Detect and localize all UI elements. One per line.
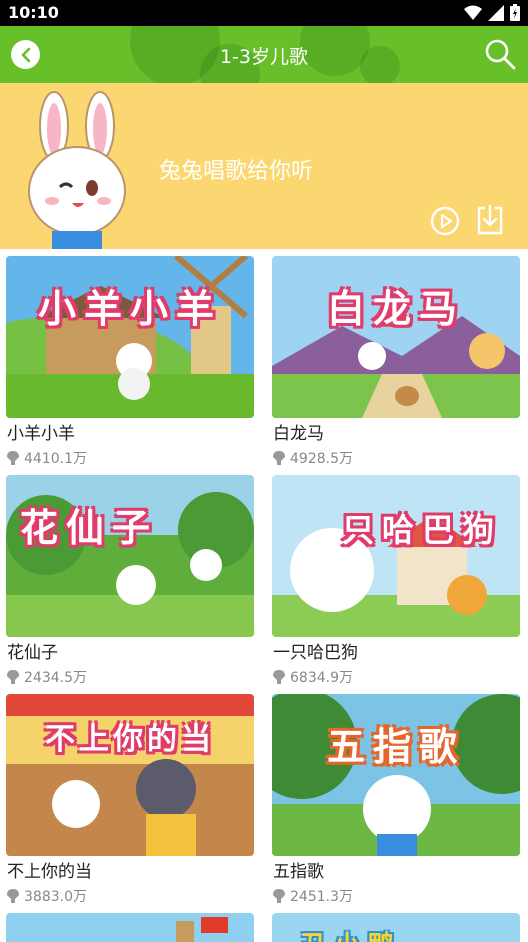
play-count-value: 4928.5万 xyxy=(290,451,353,467)
search-icon[interactable] xyxy=(484,38,516,70)
play-count: 6834.9万 xyxy=(273,667,353,687)
thumbnail-title: 只哈巴狗 xyxy=(342,511,503,549)
page-title: 1-3岁儿歌 xyxy=(219,46,309,68)
song-thumbnail[interactable]: 不上你的当 xyxy=(6,694,254,856)
thumbnail-title: 小羊小羊 xyxy=(37,287,222,331)
song-thumbnail[interactable]: 白龙马 xyxy=(272,256,520,418)
song-title[interactable]: 花仙子 xyxy=(7,638,58,663)
play-count-value: 6834.9万 xyxy=(290,670,353,686)
play-count: 2451.3万 xyxy=(273,886,353,906)
thumbnail-image xyxy=(6,913,254,942)
song-title[interactable]: 五指歌 xyxy=(273,857,324,882)
wifi-icon xyxy=(464,5,482,20)
play-count-value: 2434.5万 xyxy=(24,670,87,686)
play-count: 2434.5万 xyxy=(7,667,87,687)
song-thumbnail[interactable]: 花仙子 xyxy=(6,475,254,637)
play-count-icon xyxy=(273,451,285,465)
play-count: 4928.5万 xyxy=(273,448,353,468)
signal-icon xyxy=(488,4,504,21)
rabbit-mascot-image xyxy=(28,91,126,249)
song-thumbnail[interactable]: 丑小鸭 xyxy=(272,913,520,942)
song-thumbnail[interactable] xyxy=(6,913,254,942)
play-count: 3883.0万 xyxy=(7,886,87,906)
status-time: 10:10 xyxy=(8,3,59,22)
hero-text: 兔兔唱歌给你听 xyxy=(159,159,314,184)
song-card[interactable]: 不上你的当 不上你的当 3883.0万 xyxy=(6,694,254,905)
hero-banner: 兔兔唱歌给你听 xyxy=(0,83,528,249)
thumbnail-image xyxy=(272,475,520,637)
play-count-icon xyxy=(7,670,19,684)
play-count: 4410.1万 xyxy=(7,448,87,468)
song-thumbnail[interactable]: 五指歌 xyxy=(272,694,520,856)
song-thumbnail[interactable]: 只哈巴狗 xyxy=(272,475,520,637)
thumbnail-title: 花仙子 xyxy=(20,506,159,550)
play-count-value: 4410.1万 xyxy=(24,451,87,467)
song-card[interactable] xyxy=(6,913,254,942)
thumbnail-title: 丑小鸭 xyxy=(300,925,520,942)
app-bar: 1-3岁儿歌 xyxy=(0,26,528,83)
play-count-icon xyxy=(7,451,19,465)
play-count-value: 2451.3万 xyxy=(290,889,353,905)
play-count-icon xyxy=(273,670,285,684)
song-title[interactable]: 小羊小羊 xyxy=(7,419,75,444)
status-icons xyxy=(464,4,520,21)
song-card[interactable]: 只哈巴狗 一只哈巴狗 6834.9万 xyxy=(272,475,520,686)
song-card[interactable]: 花仙子 花仙子 2434.5万 xyxy=(6,475,254,686)
song-thumbnail[interactable]: 小羊小羊 xyxy=(6,256,254,418)
song-title[interactable]: 一只哈巴狗 xyxy=(273,638,358,663)
play-count-value: 3883.0万 xyxy=(24,889,87,905)
download-icon[interactable] xyxy=(476,204,504,236)
battery-icon xyxy=(510,4,520,21)
play-count-icon xyxy=(273,889,285,903)
song-card[interactable]: 白龙马 白龙马 4928.5万 xyxy=(272,256,520,467)
thumbnail-title: 五指歌 xyxy=(326,725,465,769)
song-title[interactable]: 白龙马 xyxy=(273,419,324,444)
song-card[interactable]: 五指歌 五指歌 2451.3万 xyxy=(272,694,520,905)
thumbnail-title: 不上你的当 xyxy=(45,722,215,757)
play-icon[interactable] xyxy=(430,206,460,236)
song-card[interactable]: 小羊小羊 小羊小羊 4410.1万 xyxy=(6,256,254,467)
song-title[interactable]: 不上你的当 xyxy=(7,857,92,882)
thumbnail-title: 白龙马 xyxy=(326,287,465,331)
status-bar: 10:10 xyxy=(0,0,528,26)
song-card[interactable]: 丑小鸭 xyxy=(272,913,520,942)
play-count-icon xyxy=(7,889,19,903)
